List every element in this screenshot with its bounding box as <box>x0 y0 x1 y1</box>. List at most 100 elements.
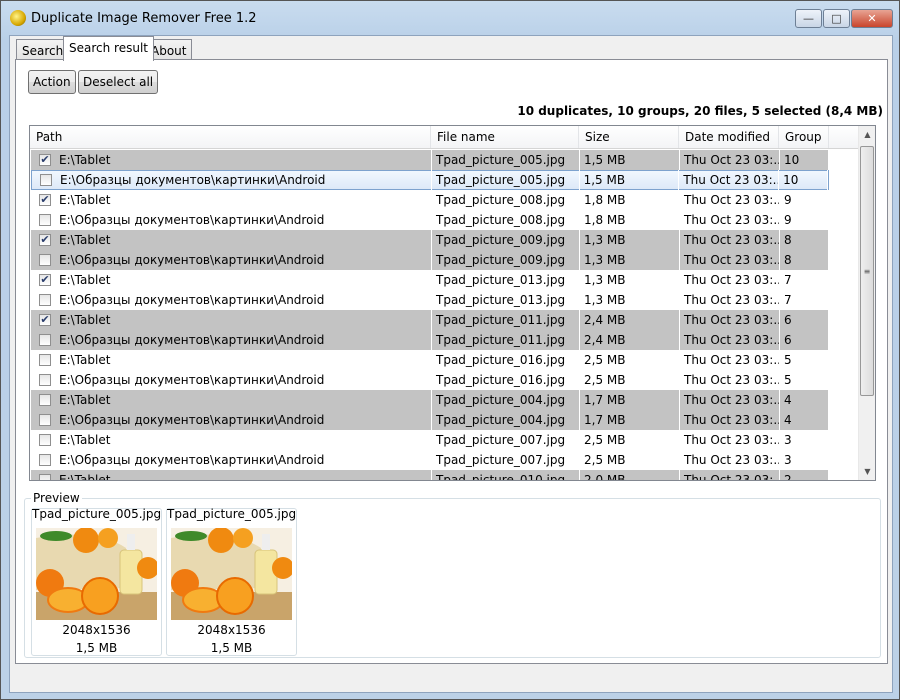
table-row[interactable]: E:\Образцы документов\картинки\Android Tp… <box>31 450 829 470</box>
path-cell: E:\Образцы документов\картинки\Android <box>31 250 432 270</box>
row-checkbox[interactable]: ✔ <box>39 154 51 166</box>
row-checkbox[interactable] <box>40 174 52 186</box>
path-cell: ✔ E:\Tablet <box>31 310 432 330</box>
size-cell: 2,4 MB <box>580 330 680 350</box>
scroll-up-icon[interactable]: ▲ <box>859 130 875 139</box>
minimize-button[interactable]: — <box>795 9 822 28</box>
table-row[interactable]: E:\Образцы документов\картинки\Android Tp… <box>31 370 829 390</box>
table-row[interactable]: E:\Образцы документов\картинки\Android Tp… <box>31 290 829 310</box>
path-cell: E:\Tablet <box>31 390 432 410</box>
tab-search-result[interactable]: Search result <box>63 36 154 61</box>
preview-dimensions: 2048x1536 <box>197 623 266 637</box>
column-header-group[interactable]: Group <box>779 126 829 148</box>
row-checkbox[interactable] <box>39 354 51 366</box>
path-text: E:\Tablet <box>59 193 111 207</box>
group-cell: 8 <box>780 230 829 250</box>
row-checkbox[interactable] <box>39 394 51 406</box>
file-name-cell: Tpad_picture_008.jpg <box>432 210 580 230</box>
date-cell: Thu Oct 23 03:... <box>680 290 780 310</box>
table-row[interactable]: E:\Образцы документов\картинки\Android Tp… <box>31 170 829 190</box>
table-row[interactable]: E:\Tablet Tpad_picture_016.jpg 2,5 MB Thu O… <box>31 350 829 370</box>
column-header-file-name[interactable]: File name <box>431 126 579 148</box>
group-cell: 3 <box>780 430 829 450</box>
deselect-all-button[interactable]: Deselect all <box>78 70 159 94</box>
date-cell: Thu Oct 23 03:... <box>680 250 780 270</box>
file-name-cell: Tpad_picture_005.jpg <box>432 150 580 170</box>
file-name-cell: Tpad_picture_007.jpg <box>432 450 580 470</box>
group-cell: 4 <box>780 390 829 410</box>
preview-card[interactable]: Tpad_picture_005.jpg 2048x1536 1,5 MB <box>31 507 162 656</box>
table-row[interactable]: E:\Образцы документов\картинки\Android Tp… <box>31 210 829 230</box>
column-header-size[interactable]: Size <box>579 126 679 148</box>
row-checkbox[interactable] <box>39 254 51 266</box>
date-cell: Thu Oct 23 03:... <box>679 170 780 190</box>
path-cell: E:\Образцы документов\картинки\Android <box>31 330 432 350</box>
preview-size: 1,5 MB <box>210 641 253 655</box>
close-button[interactable]: ✕ <box>851 9 893 28</box>
group-cell: 5 <box>780 370 829 390</box>
table-row[interactable]: E:\Tablet Tpad_picture_004.jpg 1,7 MB Thu O… <box>31 390 829 410</box>
row-checkbox[interactable] <box>39 334 51 346</box>
row-checkbox[interactable] <box>39 454 51 466</box>
row-checkbox[interactable] <box>39 214 51 226</box>
path-text: E:\Tablet <box>59 153 111 167</box>
column-header-path[interactable]: Path <box>30 126 431 148</box>
maximize-button[interactable]: □ <box>823 9 850 28</box>
date-cell: Thu Oct 23 03:... <box>680 370 780 390</box>
scroll-down-icon[interactable]: ▼ <box>859 467 875 476</box>
path-text: E:\Образцы документов\картинки\Android <box>59 333 325 347</box>
row-checkbox[interactable] <box>39 294 51 306</box>
path-text: E:\Образцы документов\картинки\Android <box>59 253 325 267</box>
size-cell: 1,3 MB <box>580 270 680 290</box>
row-checkbox[interactable]: ✔ <box>39 234 51 246</box>
table-row[interactable]: E:\Образцы документов\картинки\Android Tp… <box>31 330 829 350</box>
path-text: E:\Образцы документов\картинки\Android <box>60 173 326 187</box>
table-row[interactable]: E:\Образцы документов\картинки\Android Tp… <box>31 250 829 270</box>
file-name-cell: Tpad_picture_005.jpg <box>432 170 580 190</box>
row-checkbox[interactable]: ✔ <box>39 274 51 286</box>
file-name-cell: Tpad_picture_011.jpg <box>432 310 580 330</box>
path-text: E:\Образцы документов\картинки\Android <box>59 293 325 307</box>
path-text: E:\Tablet <box>59 273 111 287</box>
column-header-date-modified[interactable]: Date modified <box>679 126 779 148</box>
row-checkbox[interactable]: ✔ <box>39 314 51 326</box>
table-row[interactable]: ✔ E:\Tablet Tpad_picture_009.jpg 1,3 MB Thu … <box>31 230 829 250</box>
scroll-thumb[interactable]: ≡ <box>860 146 874 396</box>
vertical-scrollbar[interactable]: ▲ ≡ ▼ <box>858 126 875 480</box>
table-row[interactable]: E:\Tablet Tpad_picture_007.jpg 2,5 MB Thu O… <box>31 430 829 450</box>
table-row[interactable]: E:\Образцы документов\картинки\Android Tp… <box>31 410 829 430</box>
client-area: Search Search result About Action Desele… <box>9 35 893 693</box>
file-name-cell: Tpad_picture_009.jpg <box>432 230 580 250</box>
group-cell: 8 <box>780 250 829 270</box>
table-row[interactable]: E:\Tablet Tpad_picture_010.jpg 2,0 MB Thu O… <box>31 470 829 480</box>
size-cell: 1,3 MB <box>580 230 680 250</box>
row-checkbox[interactable] <box>39 434 51 446</box>
path-cell: E:\Образцы документов\картинки\Android <box>31 370 432 390</box>
preview-card[interactable]: Tpad_picture_005.jpg 2048x1536 1,5 MB <box>166 507 297 656</box>
table-row[interactable]: ✔ E:\Tablet Tpad_picture_008.jpg 1,8 MB Thu … <box>31 190 829 210</box>
row-checkbox[interactable]: ✔ <box>39 194 51 206</box>
group-cell: 3 <box>780 450 829 470</box>
path-text: E:\Образцы документов\картинки\Android <box>59 413 325 427</box>
row-checkbox[interactable] <box>39 414 51 426</box>
size-cell: 1,5 MB <box>580 150 680 170</box>
row-checkbox[interactable] <box>39 374 51 386</box>
path-text: E:\Образцы документов\картинки\Android <box>59 373 325 387</box>
date-cell: Thu Oct 23 03:... <box>680 450 780 470</box>
table-row[interactable]: ✔ E:\Tablet Tpad_picture_013.jpg 1,3 MB Thu … <box>31 270 829 290</box>
table-row[interactable]: ✔ E:\Tablet Tpad_picture_011.jpg 2,4 MB Thu … <box>31 310 829 330</box>
size-cell: 1,8 MB <box>580 210 680 230</box>
table-row[interactable]: ✔ E:\Tablet Tpad_picture_005.jpg 1,5 MB Thu … <box>31 150 829 170</box>
tab-search[interactable]: Search <box>16 39 70 61</box>
date-cell: Thu Oct 23 03:... <box>680 210 780 230</box>
group-cell: 7 <box>780 270 829 290</box>
summary-text: 10 duplicates, 10 groups, 20 files, 5 se… <box>517 104 883 118</box>
size-cell: 1,3 MB <box>580 250 680 270</box>
date-cell: Thu Oct 23 03:... <box>680 410 780 430</box>
path-cell: ✔ E:\Tablet <box>31 270 432 290</box>
row-checkbox[interactable] <box>39 474 51 480</box>
date-cell: Thu Oct 23 03:... <box>680 470 780 480</box>
action-button[interactable]: Action <box>28 70 76 94</box>
size-cell: 2,4 MB <box>580 310 680 330</box>
date-cell: Thu Oct 23 03:... <box>680 390 780 410</box>
